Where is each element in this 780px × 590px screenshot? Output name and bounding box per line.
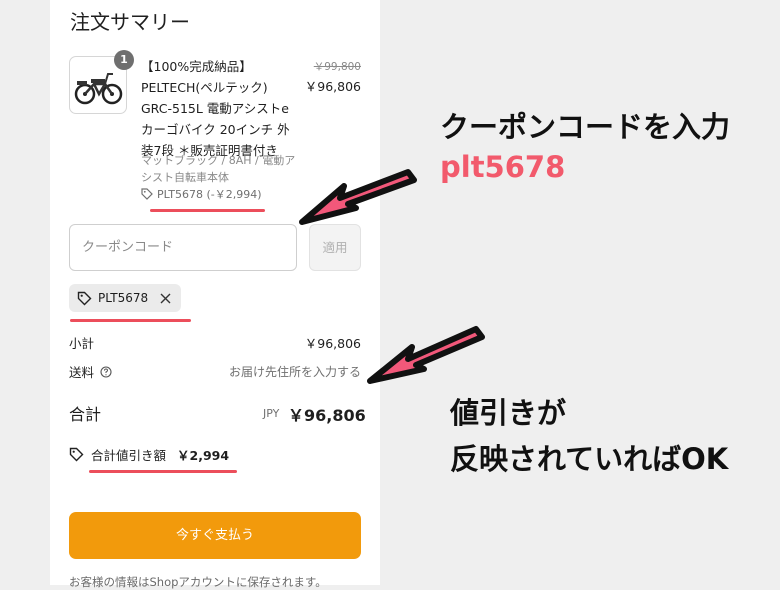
shipping-row: 送料 — [69, 362, 112, 381]
quantity-badge: 1 — [114, 50, 134, 70]
original-price: ￥99,800 — [313, 61, 361, 73]
total-value: ￥96,806 — [288, 406, 366, 425]
highlight-underline-savings — [89, 470, 237, 473]
applied-discount-line: PLT5678 (-￥2,994) — [141, 186, 262, 202]
total-savings-value: ￥2,994 — [177, 448, 230, 463]
highlight-underline-chip — [70, 319, 191, 322]
pay-now-button[interactable]: 今すぐ支払う — [69, 512, 361, 559]
total-currency: JPY — [263, 407, 280, 420]
annotation-line-2: 反映されていればOK — [450, 442, 729, 476]
discount-code-text: PLT5678 (-￥2,994) — [157, 188, 262, 201]
tag-icon — [141, 188, 153, 200]
applied-coupon-chip: PLT5678 — [69, 284, 182, 312]
subtotal-value: ￥96,806 — [304, 336, 361, 351]
annotation-enter-coupon: クーポンコードを入力 — [440, 110, 731, 144]
annotation-discount-reflected: 値引きが 反映されていればOK — [450, 390, 728, 482]
product-variant: マットブラック / 8AH / 電動アシスト自転車本体 — [141, 154, 296, 184]
subtotal-label: 小計 — [69, 336, 95, 351]
arrow-to-totals — [367, 326, 485, 384]
remove-coupon-close-icon[interactable] — [160, 293, 171, 304]
coupon-code-input[interactable] — [69, 224, 297, 271]
tag-icon — [77, 291, 92, 306]
annotation-coupon-code: plt5678 — [440, 150, 566, 184]
item-price: ￥96,806 — [304, 79, 361, 94]
annotation-line-1: 値引きが — [450, 396, 567, 430]
highlight-underline-discount — [150, 209, 265, 212]
total-label: 合計 — [69, 405, 102, 424]
applied-coupon-code: PLT5678 — [98, 291, 149, 305]
help-icon[interactable] — [100, 365, 112, 378]
product-name: 【100%完成納品】PELTECH(ペルテック) GRC-515L 電動アシスト… — [141, 59, 290, 158]
total-savings-label: 合計値引き額 — [91, 448, 167, 463]
shipping-value: お届け先住所を入力する — [228, 365, 361, 379]
total-savings-row: 合計値引き額 ￥2,994 — [69, 445, 229, 464]
tag-icon — [69, 447, 84, 462]
arrow-to-coupon-input — [299, 169, 417, 225]
shipping-label: 送料 — [69, 365, 95, 380]
account-save-note: お客様の情報はShopアカウントに保存されます。 — [69, 575, 327, 589]
order-summary-title: 注文サマリー — [70, 10, 190, 34]
